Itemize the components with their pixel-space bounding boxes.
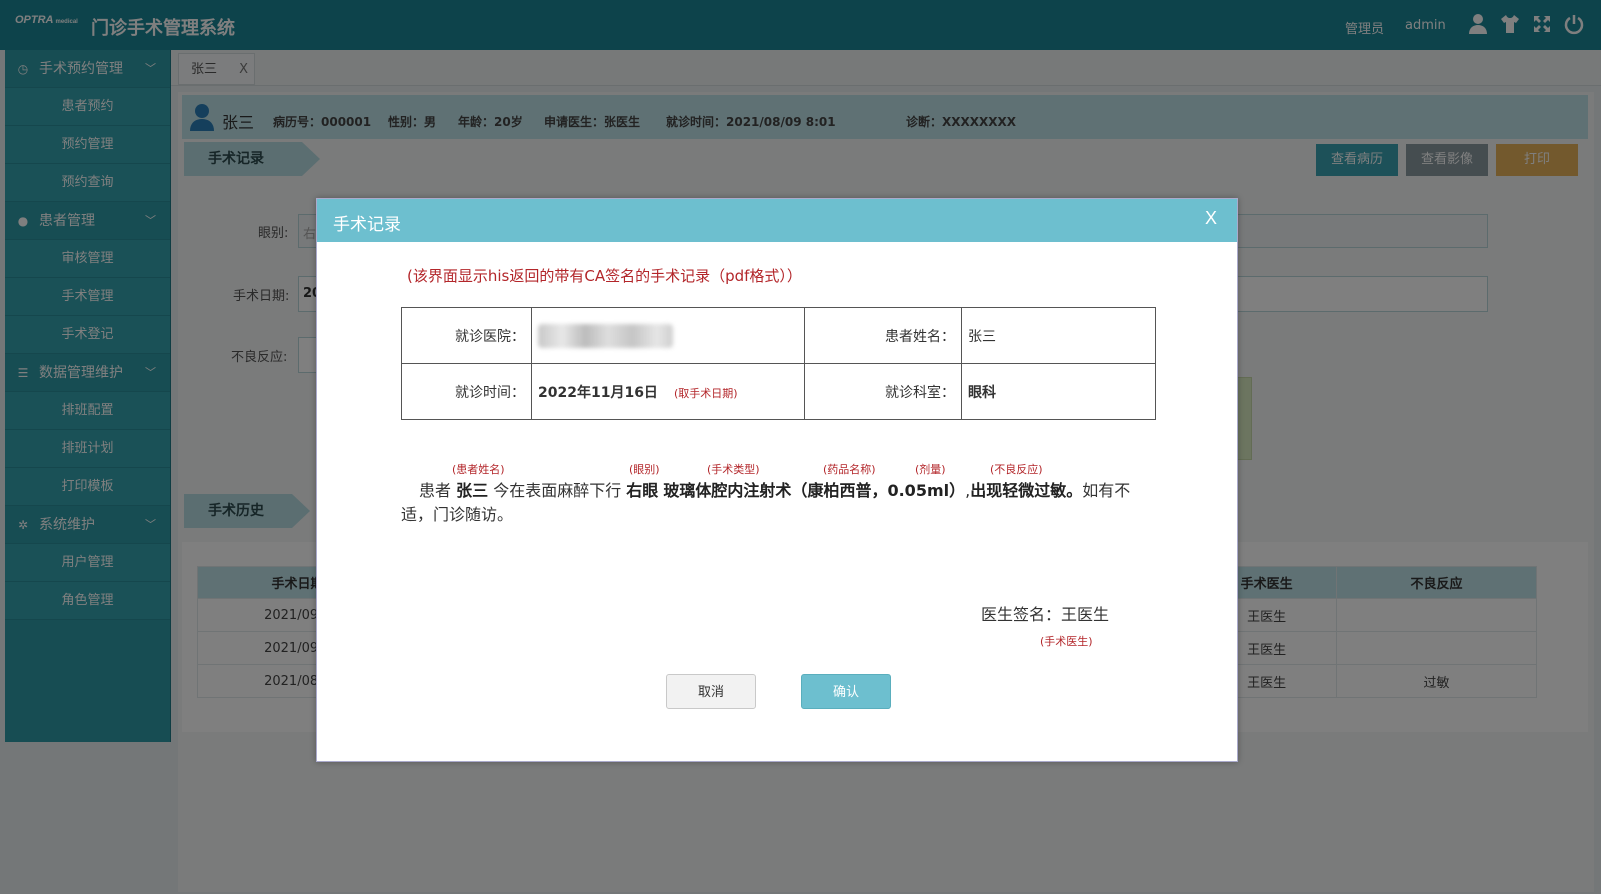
patient-name-label: 患者姓名：: [804, 307, 962, 364]
record-part: （: [791, 481, 808, 500]
record-part: ）: [949, 481, 966, 500]
info-row: 就诊时间： 2022年11月16日 (取手术日期) 就诊科室： 眼科: [401, 363, 1156, 420]
surgery-record-modal: 手术记录 X (该界面显示his返回的带有CA签名的手术记录（pdf格式）） 就…: [316, 198, 1238, 762]
hospital-label: 就诊医院：: [401, 307, 532, 364]
visit-time-note: (取手术日期): [673, 386, 738, 400]
redacted-hospital: [538, 323, 673, 348]
department-label: 就诊科室：: [804, 363, 962, 420]
note-patient: (患者姓名): [452, 463, 505, 476]
record-eye: 右眼: [626, 481, 659, 500]
signature-note: (手术医生): [1040, 635, 1093, 648]
record-drug: 康柏西普: [807, 481, 872, 500]
modal-header: 手术记录 X: [317, 199, 1237, 242]
doctor-signature: 医生签名：王医生: [981, 605, 1110, 624]
confirm-button[interactable]: 确认: [801, 674, 891, 709]
record-part: ，: [871, 481, 888, 500]
record-type: 玻璃体腔内注射术: [663, 481, 792, 500]
note-eye: (眼别): [629, 463, 660, 476]
visit-time-value: 2022年11月16日: [538, 384, 658, 401]
record-reaction: 出现轻微过敏。: [970, 481, 1083, 500]
note-type: (手术类型): [707, 463, 760, 476]
visit-time-label: 就诊时间：: [401, 363, 532, 420]
record-dose: 0.05ml: [887, 481, 950, 500]
modal-title: 手术记录: [333, 215, 401, 235]
modal-hint: (该界面显示his返回的带有CA签名的手术记录（pdf格式））: [407, 267, 802, 285]
cancel-button[interactable]: 取消: [666, 674, 756, 709]
note-reaction: (不良反应): [990, 463, 1043, 476]
patient-name-value: 张三: [961, 307, 1156, 364]
hospital-value: [531, 307, 805, 364]
department-value: 眼科: [961, 363, 1156, 420]
app-root: OPTRAmedical 门诊手术管理系统 管理员 admin ◷手术预约管理﹀…: [0, 0, 1601, 894]
record-patient: 张三: [456, 481, 489, 500]
record-text: 患者 张三 今在表面麻醉下行 右眼 玻璃体腔内注射术（康柏西普，0.05ml）,…: [401, 479, 1156, 527]
record-part: 患者: [419, 481, 457, 500]
info-row: 就诊医院： 患者姓名： 张三: [401, 307, 1156, 364]
record-info-table: 就诊医院： 患者姓名： 张三 就诊时间： 2022年11月16日 (取手术日期) …: [401, 307, 1156, 420]
visit-time-cell: 2022年11月16日 (取手术日期): [531, 363, 805, 420]
close-icon[interactable]: X: [1205, 208, 1217, 229]
record-part: 今在表面麻醉下行: [488, 481, 627, 500]
note-drug: (药品名称): [823, 463, 876, 476]
note-dose: (剂量): [915, 463, 946, 476]
